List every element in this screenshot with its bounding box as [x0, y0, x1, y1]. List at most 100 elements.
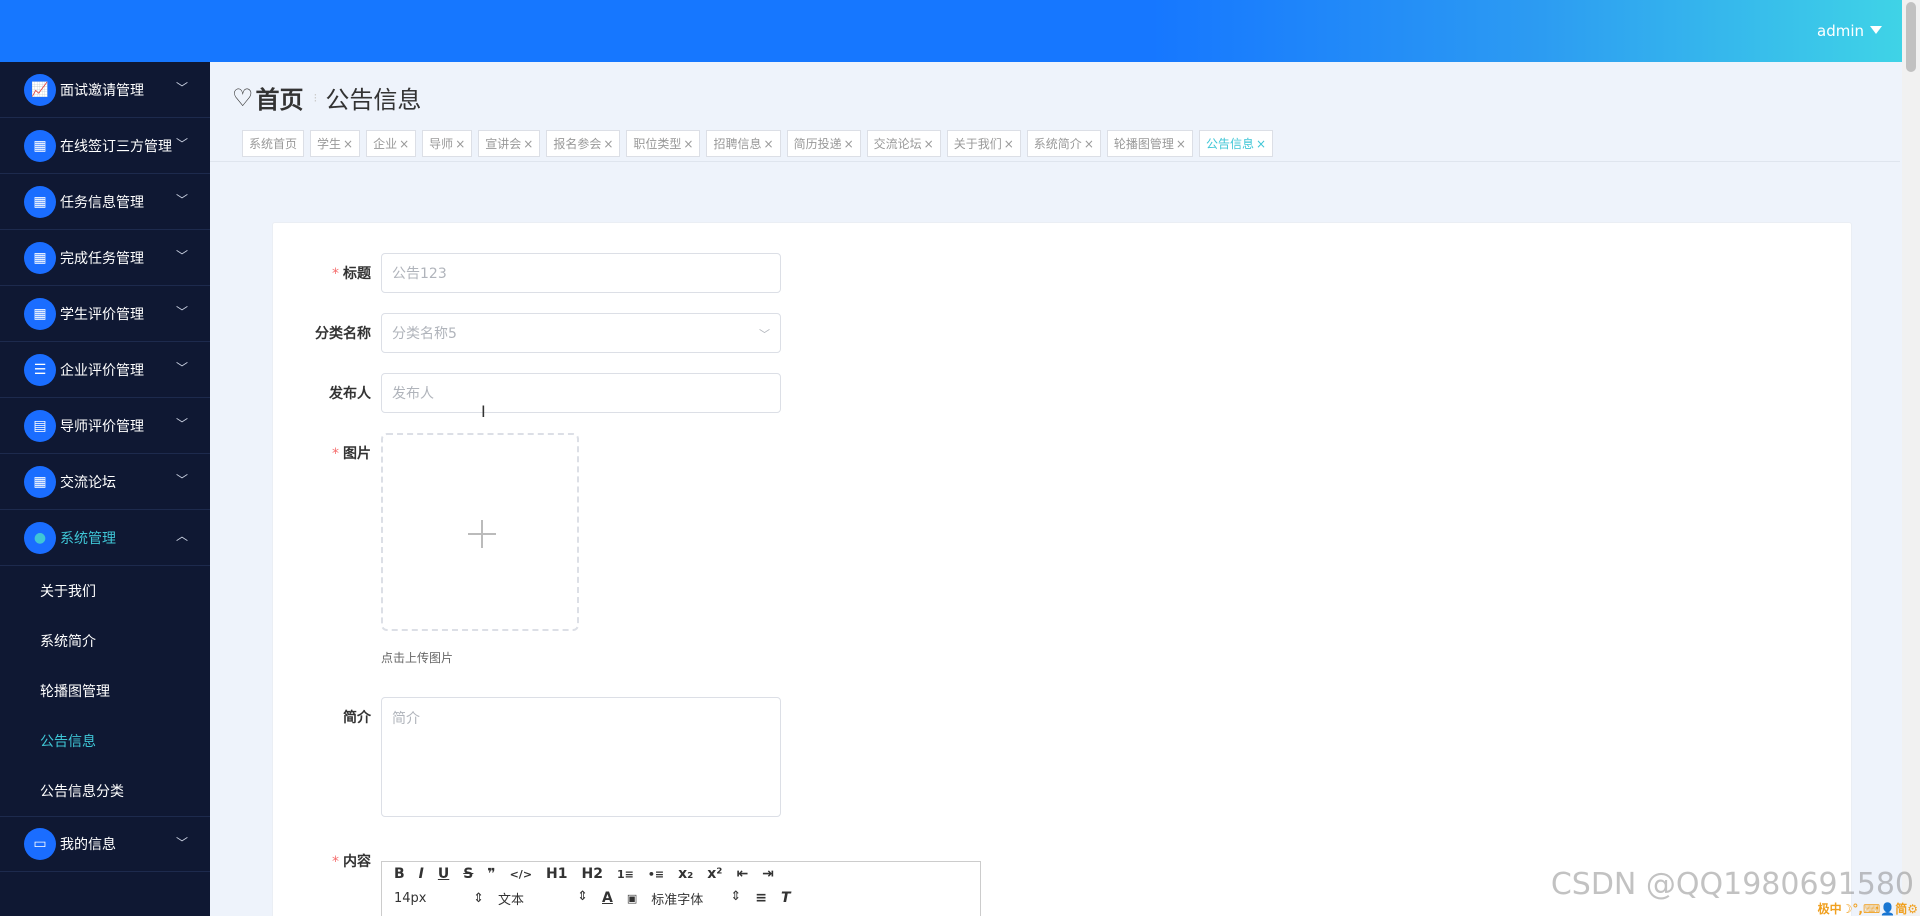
sidebar-item-forum[interactable]: ▦ 交流论坛 ﹀ — [0, 454, 210, 510]
tab-mentor[interactable]: 导师 × — [422, 130, 473, 157]
chevron-down-icon: ﹀ — [175, 836, 188, 850]
bold-button[interactable]: B — [394, 866, 405, 882]
required-mark: * — [332, 446, 339, 462]
close-icon[interactable]: × — [1176, 137, 1186, 151]
underline-button[interactable]: U — [438, 866, 449, 882]
chevron-down-icon: ﹀ — [175, 137, 188, 151]
grid-icon: ▦ — [24, 297, 56, 330]
sidebar-item-company-review[interactable]: ☰ 企业评价管理 ﹀ — [0, 342, 210, 398]
superscript-button[interactable]: x² — [707, 866, 722, 882]
tab-forum[interactable]: 交流论坛 × — [866, 130, 941, 157]
rich-text-editor[interactable]: B I U S ❞ </> H1 H2 1≡ •≡ x₂ x² ⇤ ⇥ 14px… — [381, 861, 981, 916]
align-icon[interactable]: ≡ — [755, 890, 767, 906]
image-label: * 图片 — [273, 433, 381, 666]
sidebar-item-label: 在线签订三方管理 — [60, 138, 172, 155]
tab-home[interactable]: 系统首页 — [242, 130, 305, 157]
close-icon[interactable]: × — [764, 137, 774, 151]
quote-button[interactable]: ❞ — [487, 866, 495, 882]
tab-job-type[interactable]: 职位类型 × — [626, 130, 701, 157]
tab-notice[interactable]: 公告信息 × — [1198, 130, 1274, 157]
breadcrumb-current: 公告信息 — [325, 86, 422, 114]
subscript-button[interactable]: x₂ — [678, 866, 693, 882]
strike-button[interactable]: S — [463, 866, 473, 882]
required-mark: * — [332, 266, 339, 282]
intro-textarea[interactable]: 简介 — [381, 697, 781, 817]
tab-company[interactable]: 企业 × — [366, 130, 417, 157]
tab-seminar[interactable]: 宣讲会 × — [478, 130, 541, 157]
clear-format-icon[interactable]: T — [781, 890, 791, 906]
breadcrumb-home[interactable]: 首页 — [256, 80, 304, 115]
sidebar-subitem-intro[interactable]: 系统简介 — [0, 616, 210, 666]
font-color-icon[interactable]: A — [602, 890, 613, 906]
chevron-up-icon: ︿ — [175, 529, 188, 543]
background-color-icon[interactable]: ▣ — [627, 892, 637, 905]
close-icon[interactable]: × — [343, 137, 353, 151]
category-label: 分类名称 — [315, 326, 371, 342]
tab-label: 招聘信息 — [713, 137, 762, 151]
sidebar-item-task-done[interactable]: ▦ 完成任务管理 ﹀ — [0, 230, 210, 286]
publisher-input[interactable]: 发布人 — [381, 373, 781, 413]
sidebar-subitem-notice-category[interactable]: 公告信息分类 — [0, 766, 210, 816]
grid-icon: ▦ — [24, 465, 56, 498]
tab-student[interactable]: 学生 × — [310, 130, 361, 157]
bullet-list-button[interactable]: •≡ — [648, 868, 664, 881]
tab-registration[interactable]: 报名参会 × — [546, 130, 621, 157]
indent-button[interactable]: ⇥ — [762, 866, 774, 882]
code-button[interactable]: </> — [510, 868, 532, 881]
close-icon[interactable]: × — [399, 137, 409, 151]
category-select[interactable]: 分类名称5 ﹀ — [381, 313, 781, 353]
font-size-select[interactable]: 14px ⇕ — [394, 891, 484, 906]
font-family-select[interactable]: 标准字体 ⇕ — [651, 889, 741, 908]
ordered-list-button[interactable]: 1≡ — [617, 868, 634, 881]
breadcrumb-separator: ⁝ — [313, 90, 318, 105]
tab-label: 宣讲会 — [485, 137, 522, 151]
close-icon[interactable]: × — [844, 137, 854, 151]
h2-button[interactable]: H2 — [582, 866, 603, 882]
title-input[interactable]: 公告123 — [381, 253, 781, 293]
sidebar-item-my-info[interactable]: ▭ 我的信息 ﹀ — [0, 816, 210, 872]
tab-intro[interactable]: 系统简介 × — [1026, 130, 1101, 157]
tabs-bar: 系统首页 学生 × 企业 × 导师 × 宣讲会 × 报名参会 × 职位类型 × 招聘信息 × … — [210, 126, 1900, 162]
font-size-value: 14px — [394, 890, 427, 906]
sidebar-item-label: 我的信息 — [60, 837, 116, 853]
close-icon[interactable]: × — [1256, 137, 1266, 151]
tab-label: 导师 — [429, 137, 454, 151]
sidebar-item-student-review[interactable]: ▦ 学生评价管理 ﹀ — [0, 286, 210, 342]
scrollbar-thumb[interactable] — [1906, 2, 1916, 72]
grid-icon: ▦ — [24, 129, 56, 162]
close-icon[interactable]: × — [603, 137, 613, 151]
sidebar-subitem-carousel[interactable]: 轮播图管理 — [0, 666, 210, 716]
close-icon[interactable]: × — [924, 137, 934, 151]
tab-about[interactable]: 关于我们 × — [946, 130, 1021, 157]
close-icon[interactable]: × — [455, 137, 465, 151]
outdent-button[interactable]: ⇤ — [736, 866, 748, 882]
tab-carousel[interactable]: 轮播图管理 × — [1106, 130, 1193, 157]
title-input-value: 公告123 — [392, 266, 447, 282]
sidebar-subitem-about[interactable]: 关于我们 — [0, 566, 210, 616]
tab-label: 系统简介 — [1033, 137, 1082, 151]
tab-resume[interactable]: 简历投递 × — [786, 130, 861, 157]
sidebar-item-contract[interactable]: ▦ 在线签订三方管理 ﹀ — [0, 118, 210, 174]
intro-label: 简介 — [343, 710, 371, 726]
sidebar-subitem-notice[interactable]: 公告信息 — [0, 716, 210, 766]
sidebar-item-mentor-review[interactable]: ▤ 导师评价管理 ﹀ — [0, 398, 210, 454]
chevron-down-icon: ﹀ — [175, 417, 188, 431]
close-icon[interactable]: × — [1084, 137, 1094, 151]
user-menu[interactable]: admin — [1817, 22, 1882, 40]
page-scrollbar[interactable] — [1902, 0, 1920, 916]
ime-tray[interactable]: 极中☽°,⌨👤简⚙ — [1818, 900, 1918, 916]
sidebar-item-task-info[interactable]: ▦ 任务信息管理 ﹀ — [0, 174, 210, 230]
sidebar-item-label: 完成任务管理 — [60, 250, 144, 267]
italic-button[interactable]: I — [419, 866, 424, 882]
close-icon[interactable]: × — [1004, 137, 1014, 151]
tab-recruitment[interactable]: 招聘信息 × — [706, 130, 781, 157]
close-icon[interactable]: × — [683, 137, 693, 151]
close-icon[interactable]: × — [523, 137, 533, 151]
text-style-select[interactable]: 文本 ⇕ — [498, 889, 588, 908]
category-select-value: 分类名称5 — [392, 326, 457, 342]
h1-button[interactable]: H1 — [546, 866, 567, 882]
sidebar-item-system[interactable]: ● 系统管理 ︿ — [0, 510, 210, 566]
sidebar-item-interview[interactable]: 📈 面试邀请管理 ﹀ — [0, 62, 210, 118]
image-upload-box[interactable] — [381, 433, 579, 631]
chevron-down-icon: ﹀ — [175, 473, 188, 487]
